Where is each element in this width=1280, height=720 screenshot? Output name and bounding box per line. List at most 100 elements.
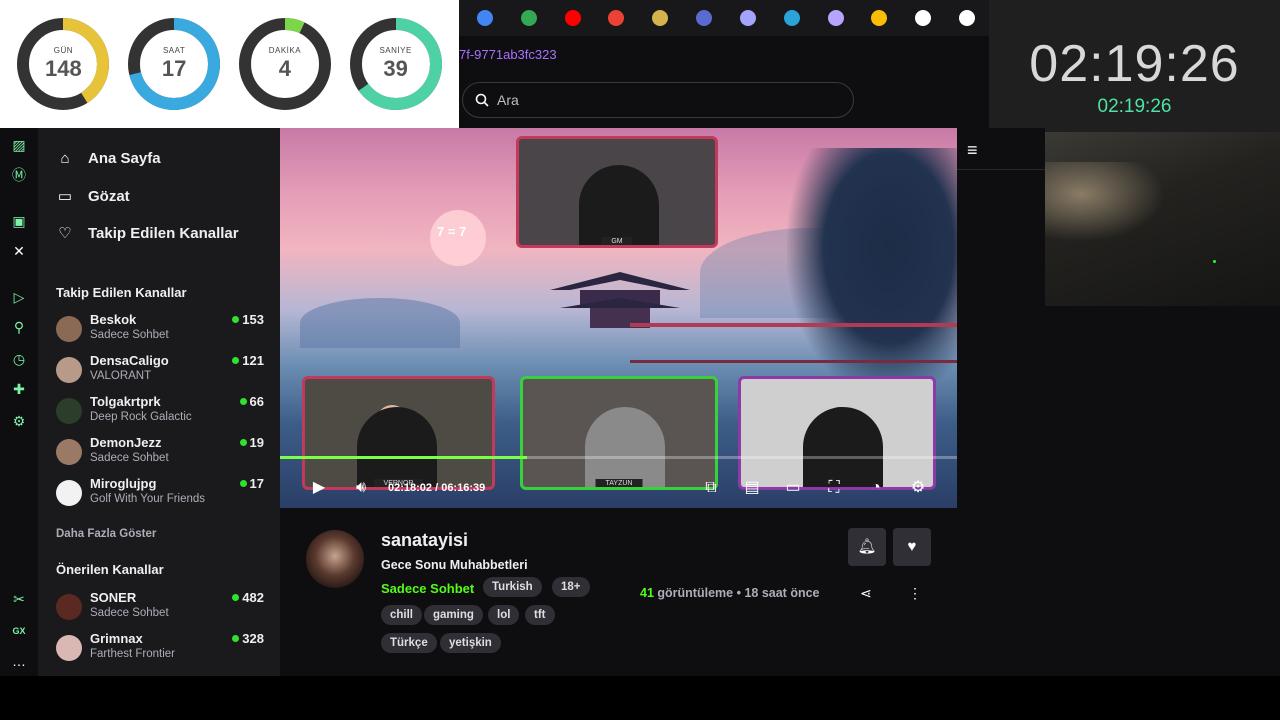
clock-widget: 02:19:26 02:19:26 xyxy=(989,0,1280,132)
bookmark[interactable] xyxy=(857,0,901,36)
tag[interactable]: lol xyxy=(488,605,520,625)
search-input[interactable] xyxy=(497,92,797,108)
clip-icon[interactable]: ▤ xyxy=(741,477,763,499)
tag[interactable]: Turkish xyxy=(483,577,542,597)
scenery-island xyxy=(300,298,460,348)
viewer-count-value: 482 xyxy=(242,590,264,605)
days-label: GÜN xyxy=(53,46,74,55)
followed-channel[interactable]: Beskok Sadece Sohbet 153 xyxy=(56,312,266,350)
pip-icon[interactable]: ⧉ xyxy=(700,477,722,499)
google-icon xyxy=(520,10,537,26)
viewer-count: 66 xyxy=(239,394,264,409)
tag[interactable]: tft xyxy=(525,605,555,625)
volume-icon[interactable]: 🔊︎ xyxy=(350,477,372,499)
player-controls: ▶ 🔊︎ 02:18:02 / 06:16:39 ⧉ ▤ ▭ ⛶ ◔ ⚙ xyxy=(280,473,957,503)
tag[interactable]: chill xyxy=(381,605,423,625)
more-icon[interactable]: … xyxy=(10,652,28,670)
google-icon xyxy=(608,10,625,26)
bookmark[interactable] xyxy=(945,0,989,36)
bookmark[interactable] xyxy=(594,0,638,36)
viewer-count: 17 xyxy=(239,476,264,491)
play-icon[interactable]: ▶ xyxy=(308,477,330,499)
twitch-icon[interactable]: ▣ xyxy=(10,212,28,230)
gx-cleaner-icon[interactable]: ✂ xyxy=(10,590,28,608)
history-icon[interactable]: ◷ xyxy=(10,350,28,368)
countdown-days: GÜN 148 xyxy=(15,16,111,112)
viewer-count-value: 121 xyxy=(242,353,264,368)
search-box[interactable] xyxy=(462,82,854,118)
theater-mode-icon[interactable]: ▭ xyxy=(782,477,804,499)
followed-channel[interactable]: DemonJezz Sadece Sohbet 19 xyxy=(56,435,266,473)
fullscreen-icon[interactable]: ⛶ xyxy=(823,477,845,499)
avatar xyxy=(56,594,82,620)
channel-name: Tolgakrtprk xyxy=(90,394,161,409)
channel-name-heading[interactable]: sanatayisi xyxy=(381,530,468,551)
nav-following-label: Takip Edilen Kanallar xyxy=(88,224,239,242)
avatar xyxy=(56,480,82,506)
recommended-channel[interactable]: Grimnax Farthest Frontier 328 xyxy=(56,631,266,669)
heart-icon: ♡ xyxy=(58,225,72,242)
bookmark[interactable] xyxy=(682,0,726,36)
bookmark[interactable] xyxy=(463,0,507,36)
follow-button[interactable]: ♥ xyxy=(893,528,931,566)
bookmark[interactable] xyxy=(726,0,770,36)
bookmark[interactable] xyxy=(814,0,858,36)
nav-following[interactable]: ♡ Takip Edilen Kanallar xyxy=(56,221,239,245)
chat-toggle[interactable]: ≡ xyxy=(957,128,1045,170)
tag[interactable]: yetişkin xyxy=(440,633,501,653)
viewer-count: 153 xyxy=(232,312,264,327)
playback-speed-icon[interactable]: ◔ xyxy=(865,477,887,499)
bookmark[interactable] xyxy=(638,0,682,36)
channel-name: Grimnax xyxy=(90,631,143,646)
recommended-channel[interactable]: SONER Sadece Sohbet 482 xyxy=(56,590,266,628)
live-dot xyxy=(232,357,240,364)
extensions-icon[interactable]: ✚ xyxy=(10,380,28,398)
twitch-tools-icon[interactable]: ▨ xyxy=(10,136,28,154)
followed-channel[interactable]: DensaCaligo VALORANT 121 xyxy=(56,353,266,391)
seek-bar[interactable] xyxy=(280,456,957,459)
video-player[interactable]: 7 = 7 GM VERNOR TAYZUN ▶ 🔊︎ 02:18:02 / 0… xyxy=(280,128,957,508)
browser-side-rail: ▨ Ⓜ ▣ ✕ ▷ ⚲ ◷ ✚ ⚙ ✂ GX … xyxy=(0,128,38,676)
nav-home[interactable]: ⌂ Ana Sayfa xyxy=(56,146,160,170)
channel-name: DensaCaligo xyxy=(90,353,169,368)
nav-browse[interactable]: ▭ Gözat xyxy=(56,184,130,208)
bookmark[interactable] xyxy=(770,0,814,36)
channel-avatar[interactable] xyxy=(306,530,364,588)
bookmark[interactable] xyxy=(901,0,945,36)
minutes-value: 4 xyxy=(278,56,291,81)
view-label: görüntüleme xyxy=(657,586,734,600)
show-more-link[interactable]: Daha Fazla Göster xyxy=(56,528,156,540)
share-icon[interactable]: ⋖ xyxy=(860,585,872,602)
player-icon[interactable]: ▷ xyxy=(10,288,28,306)
channel-game: Farthest Frontier xyxy=(90,648,175,660)
bookmark[interactable] xyxy=(551,0,595,36)
bookmark[interactable] xyxy=(507,0,551,36)
x-icon[interactable]: ✕ xyxy=(10,242,28,260)
screen: GÜN 148 SAAT 17 DAKİKA 4 SANİYE 39 7f-97… xyxy=(0,0,1280,720)
followed-channel[interactable]: Miroglujpg Golf With Your Friends 17 xyxy=(56,476,266,514)
more-options-icon[interactable]: ⋮ xyxy=(908,585,922,602)
expand-chat-icon[interactable]: ≡ xyxy=(967,140,978,161)
bell-icon: 🔔︎ xyxy=(857,538,877,555)
gx-label[interactable]: GX xyxy=(10,622,28,640)
tag[interactable]: gaming xyxy=(424,605,483,625)
tag[interactable]: Türkçe xyxy=(381,633,437,653)
home-icon: ⌂ xyxy=(60,149,70,167)
notification-bell-button[interactable]: 🔔︎ xyxy=(848,528,886,566)
messenger-icon[interactable]: Ⓜ xyxy=(10,166,28,184)
channel-game: Sadece Sohbet xyxy=(90,452,169,464)
followed-channel[interactable]: Tolgakrtprk Deep Rock Galactic 66 xyxy=(56,394,266,432)
minutes-label: DAKİKA xyxy=(268,46,302,55)
viewer-count-value: 153 xyxy=(242,312,264,327)
browse-icon: ▭ xyxy=(57,188,73,205)
pin-icon[interactable]: ⚲ xyxy=(10,318,28,336)
google-icon xyxy=(871,10,888,26)
channel-game: Golf With Your Friends xyxy=(90,493,206,505)
url-text[interactable]: 7f-9771ab3fc323 xyxy=(459,47,557,62)
player-settings-icon[interactable]: ⚙ xyxy=(907,477,929,499)
settings-icon[interactable]: ⚙ xyxy=(10,412,28,430)
address-bar[interactable]: 7f-9771ab3fc323 xyxy=(459,36,989,72)
tag[interactable]: 18+ xyxy=(552,577,590,597)
stream-category[interactable]: Sadece Sohbet xyxy=(381,581,474,596)
cam-person xyxy=(579,165,659,245)
